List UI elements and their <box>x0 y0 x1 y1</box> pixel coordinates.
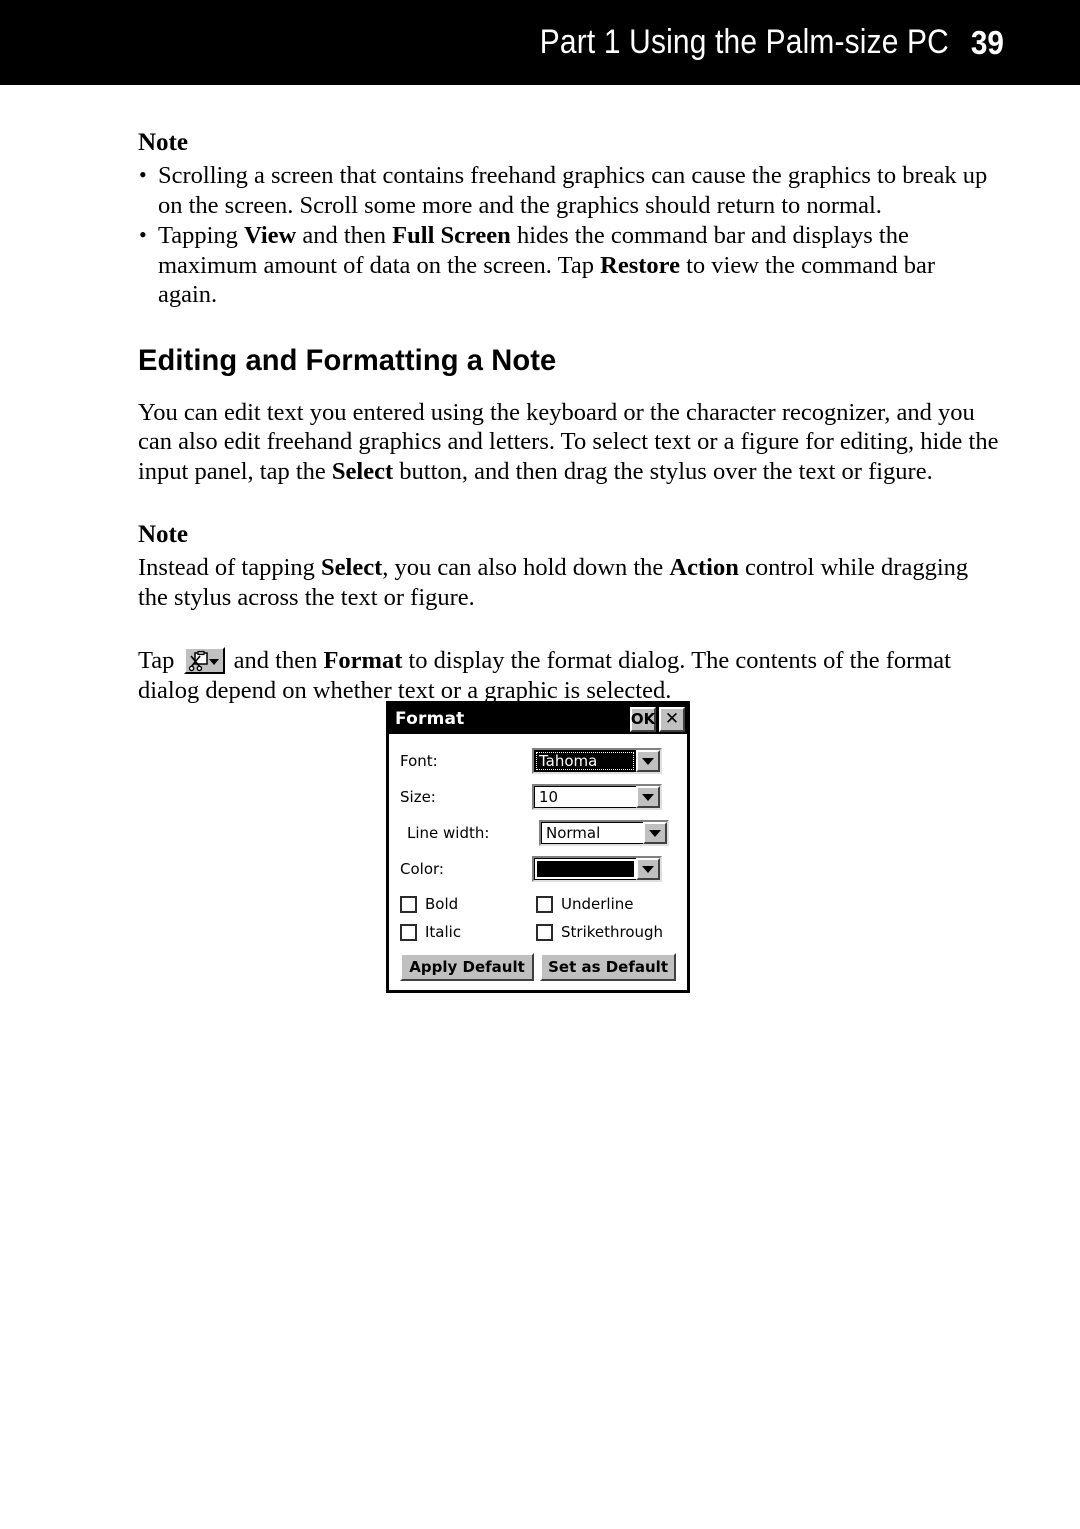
bullet-glyph: • <box>139 222 147 247</box>
chevron-down-icon <box>208 659 219 665</box>
set-as-default-button[interactable]: Set as Default <box>540 953 676 981</box>
tap-format-paragraph: Tap and then Format to display the forma… <box>138 646 1000 705</box>
dialog-titlebar: Format OK ✕ <box>389 704 687 734</box>
checkbox-box[interactable] <box>400 895 417 913</box>
note-label-top: Note <box>138 129 188 156</box>
bullet-glyph: • <box>139 162 147 187</box>
bullet-text-bold-fullscreen: Full Screen <box>392 222 511 249</box>
italic-checkbox-label: Italic <box>425 922 462 941</box>
bullet-text-bold-view: View <box>244 222 297 249</box>
checkbox-row: Bold Underline <box>400 890 676 918</box>
font-field-row: Font: Tahoma <box>400 744 676 778</box>
section-paragraph: You can edit text you entered using the … <box>138 398 1000 487</box>
chevron-down-icon[interactable] <box>636 786 660 808</box>
dialog-body: Font: Tahoma Size: 10 Line width: Normal <box>389 734 687 990</box>
line-width-value[interactable]: Normal <box>541 822 643 844</box>
checkbox-box[interactable] <box>400 923 417 941</box>
size-field-row: Size: 10 <box>400 780 676 814</box>
format-dialog: Format OK ✕ Font: Tahoma Size: 10 Line w… <box>386 701 690 993</box>
para-bold-select: Select <box>331 457 394 485</box>
chevron-down-icon[interactable] <box>636 858 660 880</box>
color-field-row: Color: <box>400 852 676 886</box>
list-item: • Scrolling a screen that contains freeha… <box>138 161 1000 220</box>
checkbox-box[interactable] <box>536 923 553 941</box>
dialog-title: Format <box>395 708 465 729</box>
header-title: Part 1 Using the Palm-size PC <box>540 23 950 61</box>
para-seg: button, and then drag the stylus over th… <box>393 457 933 485</box>
checkbox-row: Italic Strikethrough <box>400 918 676 946</box>
strikethrough-checkbox-label: Strikethrough <box>561 922 664 941</box>
style-checkbox-grid: Bold Underline Italic Strikethrough <box>400 890 676 946</box>
bullet-text-bold-restore: Restore <box>600 251 680 279</box>
section-heading: Editing and Formatting a Note <box>138 343 557 377</box>
dialog-button-row: Apply Default Set as Default <box>400 953 676 981</box>
para-seg: , you can also hold down the <box>382 554 670 581</box>
underline-checkbox[interactable]: Underline <box>536 894 672 913</box>
checkbox-box[interactable] <box>536 895 553 913</box>
close-icon[interactable]: ✕ <box>659 706 685 732</box>
line-width-label: Line width: <box>407 823 490 842</box>
bold-checkbox-label: Bold <box>425 894 459 913</box>
apply-default-button[interactable]: Apply Default <box>400 953 535 981</box>
para-seg: Tap <box>138 647 181 674</box>
format-dialog-figure: Format OK ✕ Font: Tahoma Size: 10 Line w… <box>386 701 690 993</box>
chevron-down-icon[interactable] <box>643 822 667 844</box>
line-width-combobox[interactable]: Normal <box>539 820 669 846</box>
note-label-bottom: Note <box>138 521 188 548</box>
strikethrough-checkbox[interactable]: Strikethrough <box>536 922 672 941</box>
page-number: 39 <box>971 23 1005 61</box>
color-swatch-fill <box>537 861 634 877</box>
para-seg: and then <box>227 647 324 674</box>
note-bullet-list-top: • Scrolling a screen that contains freeha… <box>138 161 1000 310</box>
note-paragraph-bottom: Instead of tapping Select, you can also … <box>138 553 1000 612</box>
ok-button[interactable]: OK <box>630 706 656 732</box>
color-label: Color: <box>400 859 444 878</box>
italic-checkbox[interactable]: Italic <box>400 922 536 941</box>
bullet-text-seg: Tapping <box>158 222 245 249</box>
bold-checkbox[interactable]: Bold <box>400 894 536 913</box>
scissors-clipboard-icon <box>188 650 210 672</box>
para-seg: Instead of tapping <box>138 554 322 581</box>
color-swatch[interactable] <box>534 858 636 880</box>
underline-checkbox-label: Underline <box>561 894 634 913</box>
list-item: • Tapping View and then Full Screen hides… <box>138 221 1000 310</box>
font-combobox[interactable]: Tahoma <box>532 748 662 774</box>
chevron-down-icon[interactable] <box>636 750 660 772</box>
bullet-text: Scrolling a screen that contains freehan… <box>158 162 988 219</box>
line-width-field-row: Line width: Normal <box>400 816 676 850</box>
page-running-header: Part 1 Using the Palm-size PC 39 <box>0 0 1080 85</box>
size-combobox[interactable]: 10 <box>532 784 662 810</box>
para-bold-format: Format <box>323 647 403 674</box>
size-value[interactable]: 10 <box>534 786 636 808</box>
font-label: Font: <box>400 751 438 770</box>
edit-tools-toolbar-icon[interactable] <box>183 647 225 674</box>
bullet-text-seg: and then <box>296 222 393 249</box>
para-bold-select: Select <box>321 554 383 581</box>
page-content: Note • Scrolling a screen that contains f… <box>138 128 1000 713</box>
para-bold-action: Action <box>669 554 739 581</box>
color-combobox[interactable] <box>532 856 662 882</box>
size-label: Size: <box>400 787 436 806</box>
font-value[interactable]: Tahoma <box>534 750 636 772</box>
